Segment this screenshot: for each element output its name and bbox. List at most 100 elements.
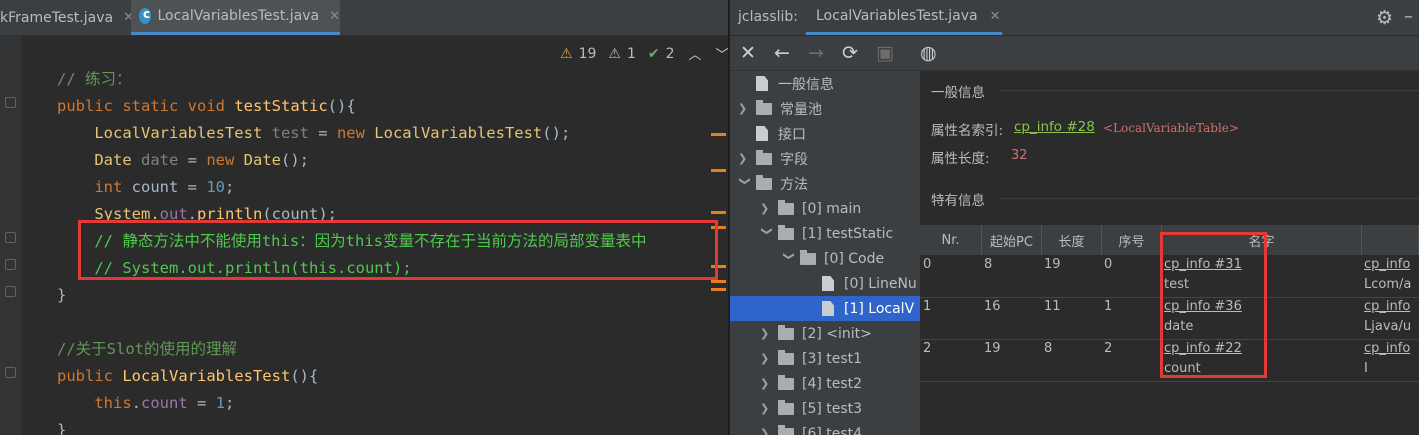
tree-item[interactable]: ❯ [0] Code (730, 246, 920, 271)
close-icon[interactable]: ✕ (990, 9, 1001, 24)
code-token: LocalVariablesTest (57, 124, 272, 142)
chevron-icon[interactable]: ❯ (760, 352, 774, 365)
back-arrow-icon[interactable]: ← (774, 42, 790, 64)
code-token: public (57, 97, 123, 115)
code-line[interactable]: } (57, 282, 646, 309)
fold-marker-icon[interactable] (5, 367, 16, 378)
row-divider (920, 381, 1419, 382)
chevron-icon[interactable]: ❯ (738, 152, 752, 165)
tree-item[interactable]: ❯ [3] test1 (730, 346, 920, 371)
code-line[interactable]: Date date = new Date(); (57, 147, 646, 174)
tree-item[interactable]: ❯ 字段 (730, 146, 920, 171)
code-line[interactable]: public static void testStatic(){ (57, 93, 646, 120)
column-header[interactable]: Nr. (920, 225, 982, 255)
tree-item[interactable]: ❯ [2] <init> (730, 321, 920, 346)
attr-name-link[interactable]: cp_info #28 (1014, 119, 1095, 135)
code-token: new (206, 151, 244, 169)
column-header[interactable] (1362, 225, 1419, 255)
jclasslib-title: jclasslib: (738, 9, 799, 25)
tree-item[interactable]: ❯ [4] test2 (730, 371, 920, 396)
code-line[interactable]: public LocalVariablesTest(){ (57, 363, 646, 390)
tab-label: LocalVariablesTest.java (157, 8, 320, 24)
tree-item[interactable]: [0] LineNu (730, 271, 920, 296)
tree-item[interactable]: [1] LocalV (730, 296, 920, 321)
tree-item[interactable]: ❯ [1] testStatic (730, 221, 920, 246)
gear-icon[interactable]: ⚙ (1376, 7, 1393, 29)
code-token: 1 (215, 394, 226, 412)
column-header[interactable]: 长度 (1042, 225, 1102, 255)
globe-icon[interactable]: ◍ (920, 42, 937, 64)
tab-kframetest[interactable]: kFrameTest.java ✕ (0, 0, 134, 35)
folder-icon (778, 324, 794, 340)
cell-length: 19 (1044, 257, 1061, 272)
cell-descriptor-link[interactable]: cp_info (1364, 257, 1410, 272)
cell-start-pc: 16 (984, 299, 1001, 314)
close-icon[interactable]: ✕ (329, 9, 340, 24)
tree-item[interactable]: ❯ [5] test3 (730, 396, 920, 421)
chevron-icon[interactable]: ❯ (738, 102, 752, 115)
folder-icon (778, 349, 794, 365)
tree-item-label: 接口 (778, 126, 806, 143)
error-stripe-mark[interactable] (711, 280, 726, 283)
code-line[interactable]: this.count = 1; (57, 390, 646, 417)
chevron-icon[interactable]: ❯ (783, 252, 796, 266)
chevron-icon[interactable]: ❯ (760, 327, 774, 340)
chevron-icon[interactable]: ❯ (760, 427, 774, 435)
code-line[interactable] (57, 309, 646, 336)
file-icon (822, 301, 834, 316)
code-line[interactable]: int count = 10; (57, 174, 646, 201)
tree-item[interactable]: 接口 (730, 121, 920, 146)
tree-item-label: [4] test2 (802, 375, 863, 392)
code-token: int (57, 178, 132, 196)
tab-jclasslib-localvariablestest[interactable]: LocalVariablesTest.java ✕ (806, 0, 1002, 35)
chevron-icon[interactable]: ❯ (760, 402, 774, 415)
inspection-widget[interactable]: ⚠ 19 ⚠ 1 ✔ 2 ︿ ﹀ (560, 44, 729, 64)
typo-check-icon: ✔ (647, 45, 660, 62)
chevron-icon[interactable]: ❯ (760, 377, 774, 390)
refresh-icon[interactable]: ⟳ (842, 42, 858, 64)
general-info-section: 一般信息 (931, 85, 985, 101)
forward-arrow-icon[interactable]: → (808, 42, 824, 64)
chevron-icon[interactable]: ❯ (760, 202, 774, 215)
tree-item[interactable]: ❯ 方法 (730, 171, 920, 196)
error-stripe-mark[interactable] (711, 133, 726, 136)
chevron-icon[interactable]: ❯ (739, 177, 752, 191)
class-structure-tree[interactable]: 一般信息 ❯ 常量池接口 ❯ 字段 ❯ 方法 ❯ [0] main ❯ [1] testStatic… (730, 71, 920, 435)
column-header[interactable]: 起始PC (982, 225, 1042, 255)
specific-info-section: 特有信息 (931, 193, 985, 209)
tree-item[interactable]: ❯ [6] test4 (730, 421, 920, 435)
chevron-down-icon[interactable]: ﹀ (716, 44, 729, 63)
code-line[interactable]: //关于Slot的使用的理解 (57, 336, 646, 363)
column-header[interactable]: 序号 (1102, 225, 1162, 255)
code-token: count (131, 178, 179, 196)
save-icon[interactable]: ▣ (876, 42, 894, 64)
chevron-up-icon[interactable]: ︿ (689, 44, 702, 63)
jclasslib-panel: jclasslib: LocalVariablesTest.java ✕ ⚙ –… (730, 0, 1419, 435)
tree-item-label: [3] test1 (802, 350, 863, 367)
code-line[interactable]: // 练习： (57, 66, 646, 93)
cell-descriptor-link[interactable]: cp_info (1364, 299, 1410, 314)
code-token: } (57, 421, 67, 435)
tree-item[interactable]: ❯ [0] main (730, 196, 920, 221)
code-token: public (57, 367, 123, 385)
error-stripe-mark[interactable] (711, 169, 726, 172)
tree-item[interactable]: ❯ 常量池 (730, 96, 920, 121)
code-line[interactable]: LocalVariablesTest test = new LocalVaria… (57, 120, 646, 147)
tree-item-label: [5] test3 (802, 400, 863, 417)
fold-marker-icon[interactable] (5, 232, 16, 243)
tree-item[interactable]: 一般信息 (730, 71, 920, 96)
code-token: test (271, 124, 309, 142)
minimize-icon[interactable]: – (1404, 6, 1413, 27)
fold-marker-icon[interactable] (5, 259, 16, 270)
code-line[interactable]: } (57, 417, 646, 435)
error-stripe-mark[interactable] (711, 288, 726, 291)
chevron-icon[interactable]: ❯ (761, 227, 774, 241)
error-stripe-mark[interactable] (711, 211, 726, 214)
attr-name-tag: <LocalVariableTable> (1103, 121, 1239, 135)
folder-icon (756, 99, 772, 115)
close-icon[interactable]: ✕ (740, 42, 756, 64)
fold-marker-icon[interactable] (5, 286, 16, 297)
fold-marker-icon[interactable] (5, 97, 16, 108)
cell-descriptor-link[interactable]: cp_info (1364, 341, 1410, 356)
tab-localvariablestest[interactable]: LocalVariablesTest.java ✕ (131, 0, 340, 35)
